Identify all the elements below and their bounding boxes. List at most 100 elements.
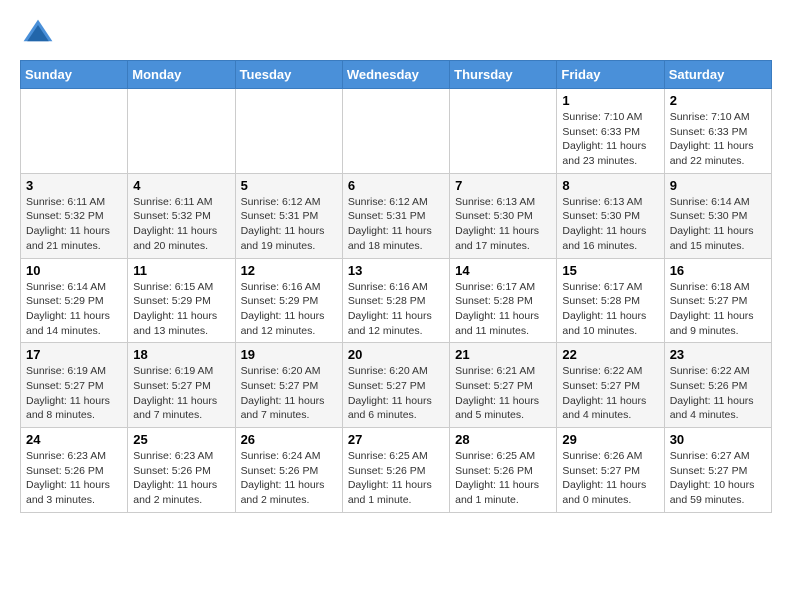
day-number: 19	[241, 347, 337, 362]
calendar-week-2: 3 Sunrise: 6:11 AM Sunset: 5:32 PM Daylig…	[21, 173, 772, 258]
calendar-cell	[128, 89, 235, 174]
calendar-header-tuesday: Tuesday	[235, 61, 342, 89]
day-info: Sunrise: 6:20 AM Sunset: 5:27 PM Dayligh…	[348, 364, 444, 423]
day-number: 22	[562, 347, 658, 362]
day-info: Sunrise: 6:20 AM Sunset: 5:27 PM Dayligh…	[241, 364, 337, 423]
day-info: Sunrise: 6:14 AM Sunset: 5:30 PM Dayligh…	[670, 195, 766, 254]
calendar-cell: 2Sunrise: 7:10 AM Sunset: 6:33 PM Daylig…	[664, 89, 771, 174]
calendar-cell: 22 Sunrise: 6:22 AM Sunset: 5:27 PM Dayli…	[557, 343, 664, 428]
day-number: 5	[241, 178, 337, 193]
day-info: Sunrise: 6:15 AM Sunset: 5:29 PM Dayligh…	[133, 280, 229, 339]
calendar-cell: 29 Sunrise: 6:26 AM Sunset: 5:27 PM Dayli…	[557, 428, 664, 513]
day-number: 1	[562, 93, 658, 108]
calendar-cell: 19 Sunrise: 6:20 AM Sunset: 5:27 PM Dayli…	[235, 343, 342, 428]
calendar-header-sunday: Sunday	[21, 61, 128, 89]
day-info: Sunrise: 6:18 AM Sunset: 5:27 PM Dayligh…	[670, 280, 766, 339]
calendar-cell: 10 Sunrise: 6:14 AM Sunset: 5:29 PM Dayli…	[21, 258, 128, 343]
day-info: Sunrise: 6:12 AM Sunset: 5:31 PM Dayligh…	[348, 195, 444, 254]
day-info: Sunrise: 6:27 AM Sunset: 5:27 PM Dayligh…	[670, 449, 766, 508]
day-number: 11	[133, 263, 229, 278]
header	[20, 16, 772, 52]
day-number: 6	[348, 178, 444, 193]
day-info: Sunrise: 7:10 AM Sunset: 6:33 PM Dayligh…	[562, 110, 658, 169]
logo-icon	[20, 16, 56, 52]
calendar-week-4: 17 Sunrise: 6:19 AM Sunset: 5:27 PM Dayli…	[21, 343, 772, 428]
day-number: 9	[670, 178, 766, 193]
calendar-header-saturday: Saturday	[664, 61, 771, 89]
day-info: Sunrise: 6:16 AM Sunset: 5:28 PM Dayligh…	[348, 280, 444, 339]
calendar-cell: 26 Sunrise: 6:24 AM Sunset: 5:26 PM Dayli…	[235, 428, 342, 513]
day-info: Sunrise: 6:17 AM Sunset: 5:28 PM Dayligh…	[455, 280, 551, 339]
day-number: 8	[562, 178, 658, 193]
day-info: Sunrise: 6:13 AM Sunset: 5:30 PM Dayligh…	[455, 195, 551, 254]
day-number: 14	[455, 263, 551, 278]
day-info: Sunrise: 6:25 AM Sunset: 5:26 PM Dayligh…	[455, 449, 551, 508]
calendar-cell: 21Sunrise: 6:21 AM Sunset: 5:27 PM Dayli…	[450, 343, 557, 428]
page: SundayMondayTuesdayWednesdayThursdayFrid…	[0, 0, 792, 529]
calendar-cell: 6 Sunrise: 6:12 AM Sunset: 5:31 PM Daylig…	[342, 173, 449, 258]
calendar-header-friday: Friday	[557, 61, 664, 89]
calendar-cell: 15Sunrise: 6:17 AM Sunset: 5:28 PM Dayli…	[557, 258, 664, 343]
calendar-header-row: SundayMondayTuesdayWednesdayThursdayFrid…	[21, 61, 772, 89]
day-info: Sunrise: 6:24 AM Sunset: 5:26 PM Dayligh…	[241, 449, 337, 508]
calendar-cell: 18 Sunrise: 6:19 AM Sunset: 5:27 PM Dayli…	[128, 343, 235, 428]
calendar-cell	[235, 89, 342, 174]
day-info: Sunrise: 6:14 AM Sunset: 5:29 PM Dayligh…	[26, 280, 122, 339]
day-info: Sunrise: 6:22 AM Sunset: 5:26 PM Dayligh…	[670, 364, 766, 423]
calendar-cell	[342, 89, 449, 174]
day-number: 16	[670, 263, 766, 278]
calendar-cell: 16 Sunrise: 6:18 AM Sunset: 5:27 PM Dayli…	[664, 258, 771, 343]
day-info: Sunrise: 6:23 AM Sunset: 5:26 PM Dayligh…	[133, 449, 229, 508]
calendar-cell	[450, 89, 557, 174]
calendar-cell: 8 Sunrise: 6:13 AM Sunset: 5:30 PM Daylig…	[557, 173, 664, 258]
calendar-cell: 1 Sunrise: 7:10 AM Sunset: 6:33 PM Daylig…	[557, 89, 664, 174]
day-info: Sunrise: 6:11 AM Sunset: 5:32 PM Dayligh…	[26, 195, 122, 254]
day-number: 26	[241, 432, 337, 447]
calendar-week-5: 24Sunrise: 6:23 AM Sunset: 5:26 PM Dayli…	[21, 428, 772, 513]
day-info: Sunrise: 6:21 AM Sunset: 5:27 PM Dayligh…	[455, 364, 551, 423]
day-number: 17	[26, 347, 122, 362]
calendar-cell: 11 Sunrise: 6:15 AM Sunset: 5:29 PM Dayli…	[128, 258, 235, 343]
calendar-cell: 9 Sunrise: 6:14 AM Sunset: 5:30 PM Daylig…	[664, 173, 771, 258]
day-number: 18	[133, 347, 229, 362]
day-number: 13	[348, 263, 444, 278]
calendar-cell: 14 Sunrise: 6:17 AM Sunset: 5:28 PM Dayli…	[450, 258, 557, 343]
calendar-cell: 30 Sunrise: 6:27 AM Sunset: 5:27 PM Dayli…	[664, 428, 771, 513]
calendar-cell: 5Sunrise: 6:12 AM Sunset: 5:31 PM Daylig…	[235, 173, 342, 258]
day-info: Sunrise: 6:11 AM Sunset: 5:32 PM Dayligh…	[133, 195, 229, 254]
day-number: 23	[670, 347, 766, 362]
calendar-cell: 3 Sunrise: 6:11 AM Sunset: 5:32 PM Daylig…	[21, 173, 128, 258]
day-info: Sunrise: 6:22 AM Sunset: 5:27 PM Dayligh…	[562, 364, 658, 423]
calendar-cell: 4 Sunrise: 6:11 AM Sunset: 5:32 PM Daylig…	[128, 173, 235, 258]
day-info: Sunrise: 6:19 AM Sunset: 5:27 PM Dayligh…	[133, 364, 229, 423]
day-info: Sunrise: 6:19 AM Sunset: 5:27 PM Dayligh…	[26, 364, 122, 423]
day-number: 29	[562, 432, 658, 447]
day-info: Sunrise: 7:10 AM Sunset: 6:33 PM Dayligh…	[670, 110, 766, 169]
day-number: 10	[26, 263, 122, 278]
day-number: 30	[670, 432, 766, 447]
calendar-cell: 7 Sunrise: 6:13 AM Sunset: 5:30 PM Daylig…	[450, 173, 557, 258]
day-info: Sunrise: 6:25 AM Sunset: 5:26 PM Dayligh…	[348, 449, 444, 508]
calendar-cell: 24Sunrise: 6:23 AM Sunset: 5:26 PM Dayli…	[21, 428, 128, 513]
day-number: 7	[455, 178, 551, 193]
day-number: 27	[348, 432, 444, 447]
day-info: Sunrise: 6:13 AM Sunset: 5:30 PM Dayligh…	[562, 195, 658, 254]
calendar-cell: 28 Sunrise: 6:25 AM Sunset: 5:26 PM Dayli…	[450, 428, 557, 513]
day-number: 25	[133, 432, 229, 447]
calendar-cell: 12 Sunrise: 6:16 AM Sunset: 5:29 PM Dayli…	[235, 258, 342, 343]
calendar-header-monday: Monday	[128, 61, 235, 89]
day-number: 3	[26, 178, 122, 193]
day-number: 4	[133, 178, 229, 193]
day-info: Sunrise: 6:26 AM Sunset: 5:27 PM Dayligh…	[562, 449, 658, 508]
calendar-week-1: 1 Sunrise: 7:10 AM Sunset: 6:33 PM Daylig…	[21, 89, 772, 174]
day-number: 12	[241, 263, 337, 278]
calendar-cell: 23 Sunrise: 6:22 AM Sunset: 5:26 PM Dayli…	[664, 343, 771, 428]
day-number: 28	[455, 432, 551, 447]
calendar: SundayMondayTuesdayWednesdayThursdayFrid…	[20, 60, 772, 513]
calendar-cell	[21, 89, 128, 174]
day-info: Sunrise: 6:16 AM Sunset: 5:29 PM Dayligh…	[241, 280, 337, 339]
calendar-header-wednesday: Wednesday	[342, 61, 449, 89]
day-number: 15	[562, 263, 658, 278]
calendar-cell: 25 Sunrise: 6:23 AM Sunset: 5:26 PM Dayli…	[128, 428, 235, 513]
calendar-cell: 27 Sunrise: 6:25 AM Sunset: 5:26 PM Dayli…	[342, 428, 449, 513]
